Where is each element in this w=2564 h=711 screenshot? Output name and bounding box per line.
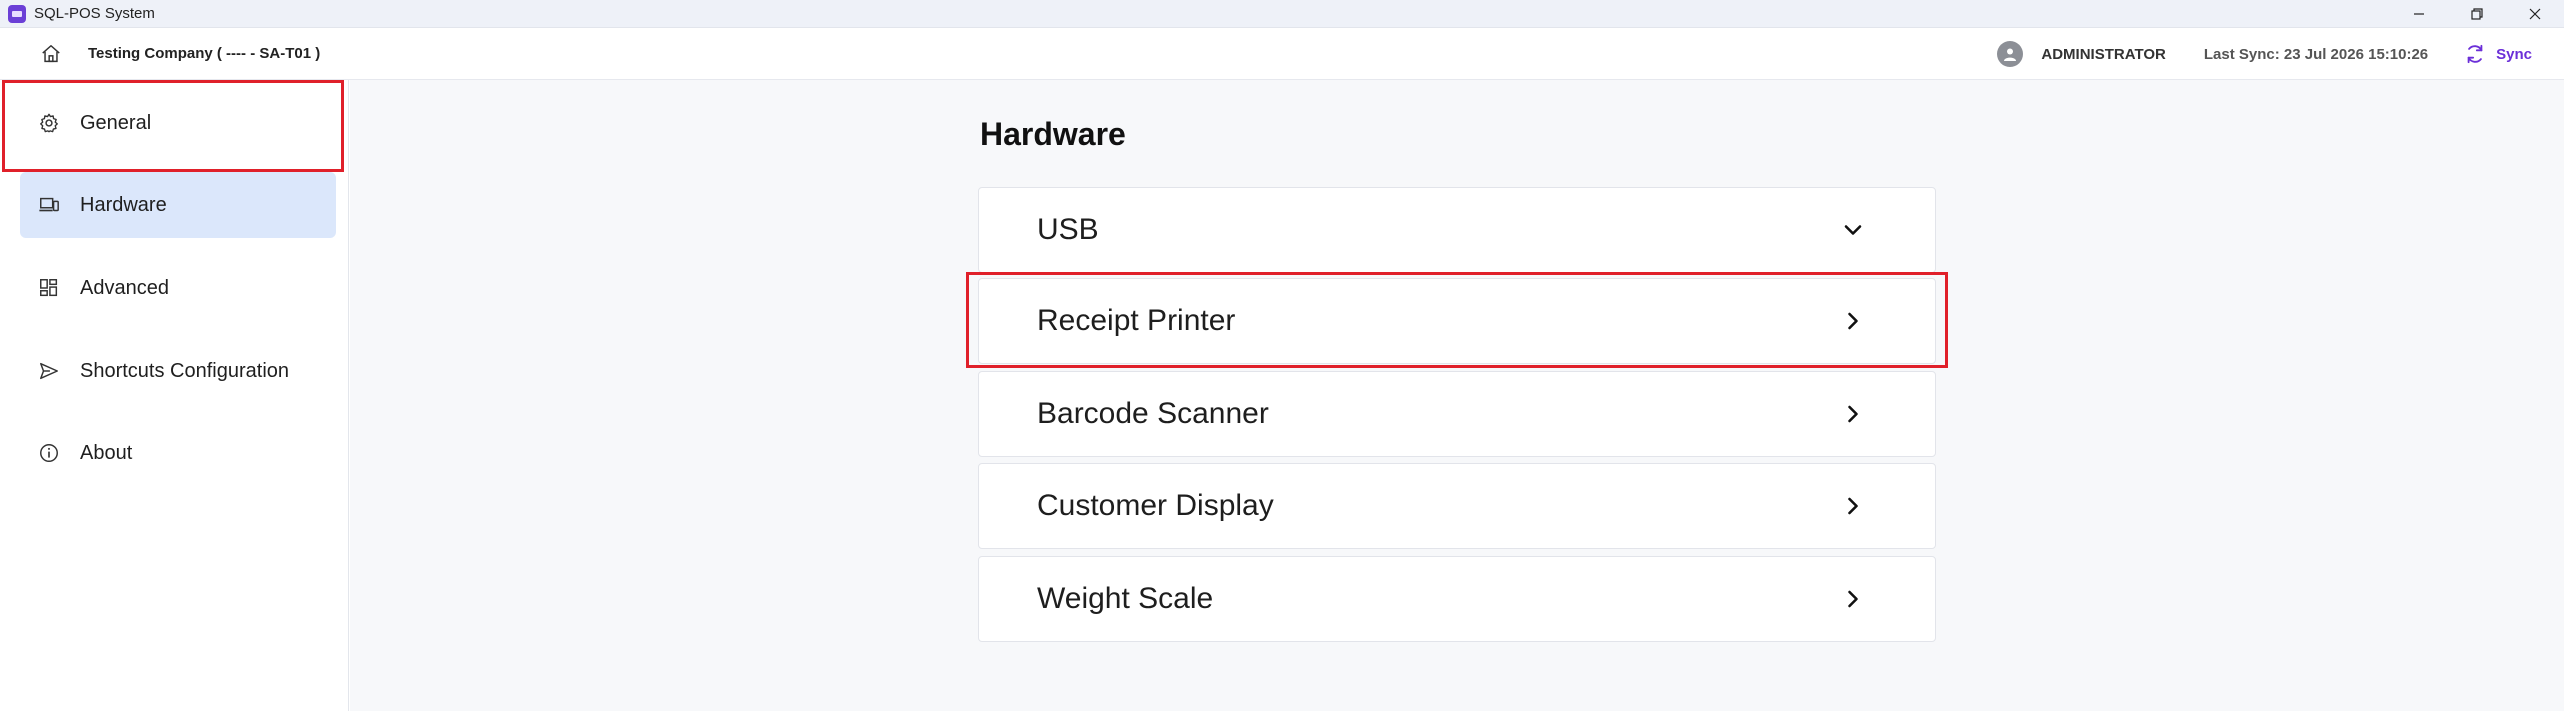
sync-label: Sync [2496, 45, 2532, 63]
company-name: Testing Company ( ---- - SA-T01 ) [88, 45, 321, 62]
title-bar: SQL-POS System [0, 0, 2564, 28]
header-bar: Testing Company ( ---- - SA-T01 ) ADMINI… [0, 28, 2564, 80]
info-icon [38, 441, 62, 465]
section-usb[interactable]: USB [978, 187, 1936, 273]
sidebar-item-shortcuts-configuration[interactable]: Shortcuts Configuration [20, 338, 336, 404]
restore-button[interactable] [2448, 0, 2506, 28]
main-content: Hardware USB Receipt Printer Barcode Sca… [350, 80, 2564, 711]
section-label: Receipt Printer [1037, 304, 1236, 337]
gear-icon [38, 111, 62, 135]
sidebar-item-advanced[interactable]: Advanced [20, 255, 336, 321]
app-logo-icon [8, 4, 26, 23]
grid-icon [38, 276, 62, 300]
devices-icon [38, 193, 62, 217]
sidebar-item-about[interactable]: About [20, 420, 336, 486]
sidebar-item-label: General [80, 111, 152, 134]
send-icon [38, 359, 62, 383]
sidebar-item-label: Hardware [80, 193, 167, 216]
section-weight-scale[interactable]: Weight Scale [978, 556, 1936, 642]
sidebar-item-hardware[interactable]: Hardware [20, 172, 336, 238]
sidebar-item-label: Advanced [80, 276, 169, 299]
section-customer-display[interactable]: Customer Display [978, 463, 1936, 549]
sidebar-item-general[interactable]: General [20, 90, 336, 156]
chevron-right-icon [1841, 494, 1865, 518]
window-title: SQL-POS System [34, 5, 155, 22]
section-receipt-printer[interactable]: Receipt Printer [978, 278, 1936, 364]
section-label: Weight Scale [1037, 582, 1214, 615]
chevron-right-icon [1841, 587, 1865, 611]
window-controls [2390, 0, 2564, 28]
chevron-right-icon [1841, 309, 1865, 333]
section-label: Customer Display [1037, 489, 1274, 522]
section-label: Barcode Scanner [1037, 397, 1269, 430]
chevron-down-icon [1841, 218, 1865, 242]
page-title: Hardware [980, 116, 1126, 152]
last-sync-status: Last Sync: 23 Jul 2026 15:10:26 [2203, 45, 2429, 63]
header-right: ADMINISTRATOR Last Sync: 23 Jul 2026 15:… [1997, 28, 2564, 80]
close-button[interactable] [2506, 0, 2564, 28]
section-barcode-scanner[interactable]: Barcode Scanner [978, 371, 1936, 457]
sidebar-item-label: About [80, 441, 133, 464]
home-icon[interactable] [40, 42, 64, 66]
sync-icon [2467, 44, 2483, 64]
sidebar: General Hardware Advanced Shortcuts Conf… [0, 80, 349, 711]
minimize-button[interactable] [2390, 0, 2448, 28]
sync-button[interactable]: Sync [2464, 43, 2532, 65]
sidebar-item-label: Shortcuts Configuration [80, 359, 290, 382]
avatar[interactable] [1997, 41, 2024, 67]
user-icon [2004, 48, 2017, 61]
section-label: USB [1037, 213, 1099, 246]
user-name: ADMINISTRATOR [2041, 45, 2166, 63]
chevron-right-icon [1841, 402, 1865, 426]
